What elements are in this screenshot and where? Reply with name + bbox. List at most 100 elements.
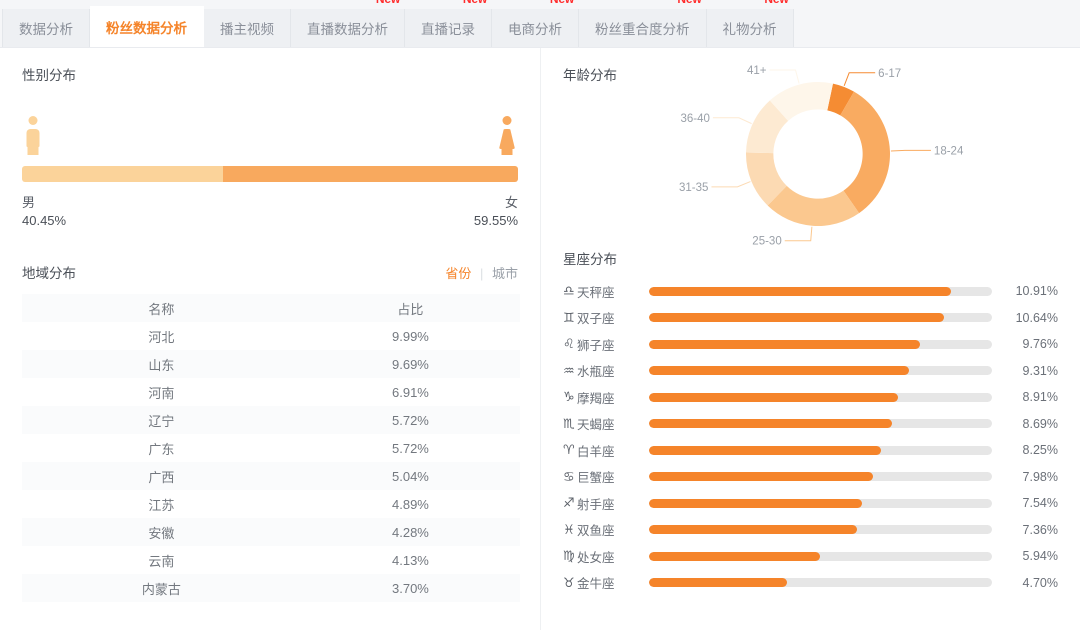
tab-new-badge: New <box>550 0 574 6</box>
region-toggle-city[interactable]: 城市 <box>492 266 518 281</box>
donut-leader-line <box>769 69 800 84</box>
region-toggle-province[interactable]: 省份 <box>445 266 471 281</box>
region-header: 地域分布 省份 | 城市 <box>0 248 540 282</box>
female-person-icon <box>498 116 516 156</box>
tab-label: 粉丝重合度分析 <box>595 22 690 37</box>
female-label: 女 <box>504 195 518 210</box>
zodiac-bar-track <box>649 339 992 349</box>
region-scope-toggle[interactable]: 省份 | 城市 <box>445 263 518 282</box>
region-table-row: 辽宁 5.72% <box>22 406 520 434</box>
zodiac-name-text: 双鱼座 <box>577 524 615 539</box>
zodiac-bar-fill <box>649 551 820 561</box>
tab-label: 礼物分析 <box>722 22 777 37</box>
donut-leader-line <box>843 72 876 87</box>
zodiac-bar-fill <box>649 578 787 588</box>
region-col-name: 名称 <box>148 301 175 317</box>
zodiac-bar-fill <box>649 498 862 508</box>
zodiac-row: ♊ 双子座 10.64% <box>563 305 1058 332</box>
gender-label-row: 男 40.45% 女 59.55% <box>22 194 518 230</box>
region-pct-cell: 4.28% <box>392 524 429 540</box>
zodiac-name: ♒ 水瓶座 <box>563 361 649 380</box>
tab-1[interactable]: 粉丝数据分析 <box>90 6 204 47</box>
donut-segment-label: 18-24 <box>934 145 964 157</box>
zodiac-percentage: 9.76% <box>1022 337 1058 352</box>
zodiac-name-text: 天蝎座 <box>577 418 615 433</box>
zodiac-bar-track <box>649 498 992 508</box>
tab-label: 直播数据分析 <box>307 22 388 37</box>
tab-4[interactable]: 直播记录 New <box>405 0 492 47</box>
zodiac-bar-track <box>649 286 992 296</box>
tab-label: 播主视频 <box>220 22 274 37</box>
age-distribution-card: 年龄分布 6-17 18-24 25-30 31-35 36-40 41+ <box>541 48 1080 248</box>
zodiac-name: ♑ 摩羯座 <box>563 388 649 407</box>
zodiac-bar-fill <box>649 392 899 402</box>
zodiac-percentage: 8.91% <box>1022 390 1058 405</box>
tab-6[interactable]: 粉丝重合度分析 New <box>579 0 707 47</box>
region-table-row: 山东 9.69% <box>22 350 520 378</box>
donut-segment-label: 41+ <box>747 65 767 77</box>
tab-new-badge: New <box>764 0 788 6</box>
zodiac-name-text: 狮子座 <box>577 338 615 353</box>
region-pct-cell: 5.72% <box>392 440 429 456</box>
region-pct-cell: 9.69% <box>392 356 429 372</box>
zodiac-name-text: 巨蟹座 <box>577 471 615 486</box>
region-name-cell: 河北 <box>148 329 175 345</box>
zodiac-name: ♊ 双子座 <box>563 308 649 327</box>
zodiac-distribution-card: 星座分布 ♎ 天秤座 10.91% ♊ 双子座 10.64% ♌ 狮子座 9.76% ♒ 水瓶座 9.… <box>541 248 1080 596</box>
zodiac-name-text: 天秤座 <box>577 285 615 300</box>
zodiac-bar-track <box>649 578 992 588</box>
zodiac-row: ♉ 金牛座 4.70% <box>563 570 1058 597</box>
right-column: 年龄分布 6-17 18-24 25-30 31-35 36-40 41+ 星座分布 ♎ 天… <box>540 48 1080 630</box>
zodiac-percentage: 4.70% <box>1022 575 1058 590</box>
zodiac-percentage: 10.64% <box>1015 310 1058 325</box>
tab-0[interactable]: 数据分析 <box>2 9 90 47</box>
tab-3[interactable]: 直播数据分析 New <box>291 0 405 47</box>
tab-label: 数据分析 <box>19 22 73 37</box>
male-label: 男 <box>22 195 36 210</box>
region-table-head: 名称 占比 <box>22 294 520 322</box>
region-table-body: 河北 9.99% 山东 9.69% 河南 6.91% 辽宁 5.72% 广东 5.72% 广西 5.0… <box>22 322 520 602</box>
donut-segment[interactable] <box>840 91 890 214</box>
tab-label: 粉丝数据分析 <box>106 20 187 36</box>
tab-label: 电商分析 <box>508 22 562 37</box>
female-percentage: 59.55% <box>473 213 518 228</box>
gender-bar-male-segment <box>22 166 223 182</box>
tab-new-badge: New <box>677 0 701 6</box>
region-table-row: 河南 6.91% <box>22 378 520 406</box>
region-pct-cell: 6.91% <box>392 384 429 400</box>
content-area: 性别分布 男 40.45% 女 59.55% 地域分布 省份 | 城市 名称 占… <box>0 48 1080 630</box>
zodiac-percentage: 9.31% <box>1022 363 1058 378</box>
fan-analytics-page: 数据分析粉丝数据分析播主视频直播数据分析New直播记录New电商分析New粉丝重… <box>0 0 1080 630</box>
zodiac-symbol-icon: ♎ <box>563 283 575 299</box>
zodiac-percentage: 7.36% <box>1022 522 1058 537</box>
region-name-cell: 江苏 <box>148 497 175 513</box>
zodiac-bar-fill <box>649 445 881 455</box>
gender-distribution-card: 性别分布 男 40.45% 女 59.55% <box>0 48 540 248</box>
tab-2[interactable]: 播主视频 <box>204 9 291 47</box>
zodiac-name-text: 射手座 <box>577 497 615 512</box>
donut-segment-label: 36-40 <box>680 113 709 125</box>
region-table-row: 安徽 4.28% <box>22 518 520 546</box>
tab-7[interactable]: 礼物分析 New <box>706 0 794 47</box>
zodiac-name: ♈ 白羊座 <box>563 441 649 460</box>
zodiac-bar-fill <box>649 419 893 429</box>
tab-5[interactable]: 电商分析 New <box>492 0 579 47</box>
region-table-row: 河北 9.99% <box>22 322 520 350</box>
zodiac-name: ♋ 巨蟹座 <box>563 467 649 486</box>
region-pct-cell: 4.13% <box>392 552 429 568</box>
male-percentage: 40.45% <box>22 213 67 228</box>
gender-icon-row <box>22 112 518 156</box>
region-pct-cell: 3.70% <box>392 580 429 596</box>
region-table-header-row: 名称 占比 <box>22 294 520 322</box>
zodiac-percentage: 8.69% <box>1022 416 1058 431</box>
zodiac-name: ♐ 射手座 <box>563 494 649 513</box>
zodiac-bar-track <box>649 392 992 402</box>
zodiac-row: ♑ 摩羯座 8.91% <box>563 384 1058 411</box>
tab-new-badge: New <box>463 0 487 6</box>
main-tab-bar: 数据分析粉丝数据分析播主视频直播数据分析New直播记录New电商分析New粉丝重… <box>0 0 1080 48</box>
zodiac-percentage: 5.94% <box>1022 549 1058 564</box>
donut-segment-label: 25-30 <box>752 236 781 248</box>
zodiac-name: ♎ 天秤座 <box>563 282 649 301</box>
tab-label: 直播记录 <box>421 22 475 37</box>
male-person-icon <box>24 116 42 156</box>
